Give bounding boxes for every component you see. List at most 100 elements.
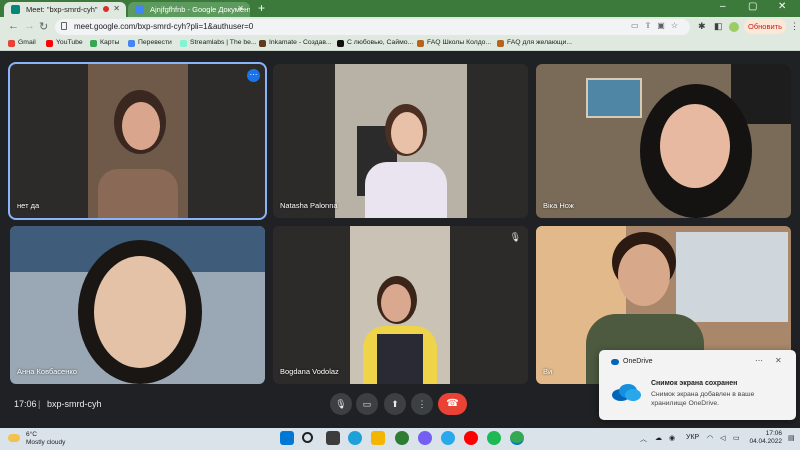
bookmark-maps[interactable]: Карты <box>90 39 119 47</box>
system-clock[interactable]: 17:06 04.04.2022 <box>748 430 782 446</box>
avatar-face <box>618 244 670 306</box>
battery-icon[interactable]: ▭ <box>733 434 740 442</box>
lock-icon[interactable] <box>61 22 67 30</box>
translate-icon <box>128 40 135 47</box>
image-icon[interactable]: ▣ <box>657 21 671 30</box>
bookmark-translate[interactable]: Перевести <box>128 39 172 47</box>
bookmarks-bar: Gmail YouTube Карты Перевести Streamlabs… <box>0 37 800 51</box>
cloud-sun-icon <box>8 434 20 442</box>
window <box>676 232 788 322</box>
bookmark-faq-school[interactable]: FAQ Школы Колдо... <box>417 39 491 47</box>
notification-more-icon[interactable]: ⋯ <box>755 356 763 365</box>
bookmark-gmail[interactable]: Gmail <box>8 39 36 47</box>
side-panel-icon[interactable]: ◧ <box>714 21 723 32</box>
update-button[interactable]: Обновить <box>744 19 786 34</box>
app-tray-icon[interactable]: ◉ <box>669 434 675 442</box>
file-explorer-icon[interactable] <box>371 431 385 445</box>
bookmark-star-icon[interactable]: ☆ <box>671 21 684 30</box>
onedrive-notification[interactable]: OneDrive ⋯ ✕ Снимок экрана сохранен Сним… <box>599 350 796 420</box>
close-window-icon[interactable]: ✕ <box>778 1 786 12</box>
bookmark-youtube[interactable]: YouTube <box>46 39 83 47</box>
bookmark-inkamate[interactable]: Inkamate - Создав... <box>259 39 332 47</box>
weather-temp: 6°C <box>26 431 37 438</box>
omnibox-actions[interactable]: ▭⇪▣☆ <box>631 21 684 30</box>
youtube-icon[interactable] <box>464 431 478 445</box>
windows-taskbar: 6°C Mostly cloudy ︿ ☁ ◉ УКР ◠ ◁ ▭ 17:06 … <box>0 428 800 450</box>
notification-close-icon[interactable]: ✕ <box>775 356 782 365</box>
bookmark-streamlabs[interactable]: Streamlabs | The be... <box>180 39 257 47</box>
address-bar[interactable]: meet.google.com/bxp-smrd-cyh?pli=1&authu… <box>55 19 690 35</box>
language-indicator[interactable]: УКР <box>686 434 699 441</box>
faq-icon <box>497 40 504 47</box>
streamlabs-icon <box>180 40 187 47</box>
avatar-face <box>660 104 730 188</box>
notification-title: Снимок экрана сохранен <box>651 380 738 387</box>
tab-title: Ajnjfgfhfnb - Google Документи <box>150 5 250 14</box>
gmail-icon <box>8 40 15 47</box>
clock-time: 17:06 <box>765 430 782 437</box>
tab-meet[interactable]: Meet: "bxp-smrd-cyh" ✕ <box>4 2 126 17</box>
telegram-icon[interactable] <box>441 431 455 445</box>
participant-tile[interactable]: Віка Нож <box>536 64 791 218</box>
search-icon[interactable] <box>302 432 313 443</box>
browser-toolbar: ← → ↻ meet.google.com/bxp-smrd-cyh?pli=1… <box>0 17 800 37</box>
bookmark-hd[interactable]: С любовью, Саймо... <box>337 39 413 47</box>
participant-tile[interactable]: Анна Ковбасенко <box>10 226 265 384</box>
start-icon[interactable] <box>280 431 294 445</box>
spotify-icon[interactable] <box>487 431 501 445</box>
back-icon[interactable]: ← <box>8 20 19 32</box>
participant-name: Ви <box>543 367 553 376</box>
task-view-icon[interactable] <box>326 431 340 445</box>
maximize-icon[interactable]: ▢ <box>748 1 757 12</box>
leave-call-button[interactable]: ☎ <box>438 393 467 415</box>
participant-tile[interactable]: ⋯ нет да <box>8 62 267 220</box>
volume-icon[interactable]: ◁ <box>720 434 725 442</box>
chrome-icon[interactable] <box>510 431 524 445</box>
participant-name: Natasha Palonna <box>280 201 338 210</box>
app-green-icon[interactable] <box>395 431 409 445</box>
camera-button[interactable]: ▭ <box>356 393 378 415</box>
youtube-icon <box>46 40 53 47</box>
mic-button[interactable]: 🎙︎ <box>330 393 352 415</box>
viber-icon[interactable] <box>418 431 432 445</box>
meet-favicon-icon <box>11 5 20 14</box>
participant-name: нет да <box>17 201 40 210</box>
extensions-icon[interactable]: ✱ <box>698 21 706 32</box>
faq-icon <box>417 40 424 47</box>
avatar-face <box>391 112 423 154</box>
avatar-face <box>122 102 160 150</box>
minimize-icon[interactable]: – <box>720 1 726 12</box>
meeting-time: 17:06 <box>14 399 37 409</box>
menu-icon[interactable]: ⋮ <box>790 21 799 32</box>
more-options-button[interactable]: ⋮ <box>411 393 433 415</box>
bookmark-faq-wishers[interactable]: FAQ для желающи... <box>497 39 572 47</box>
tab-bar: Meet: "bxp-smrd-cyh" ✕ Ajnjfgfhfnb - Goo… <box>0 0 800 17</box>
tab-docs[interactable]: Ajnjfgfhfnb - Google Документи ✕ <box>128 2 250 17</box>
reload-icon[interactable]: ↻ <box>39 20 48 33</box>
tray-chevron-icon[interactable]: ︿ <box>640 434 647 444</box>
new-tab-icon[interactable]: + <box>258 1 265 15</box>
share-icon[interactable]: ⇪ <box>645 21 658 30</box>
present-button[interactable]: ⬆ <box>384 393 406 415</box>
notifications-icon[interactable]: ▤ <box>788 434 795 442</box>
more-options-icon[interactable]: ⋯ <box>247 69 260 82</box>
maps-icon <box>90 40 97 47</box>
onedrive-icon <box>611 359 619 365</box>
notification-app: OneDrive <box>623 358 653 365</box>
camera-icon: ▭ <box>362 399 372 409</box>
wall-map <box>586 78 642 118</box>
cloud-icon <box>612 384 641 401</box>
edge-icon[interactable] <box>348 431 362 445</box>
forward-icon[interactable]: → <box>24 20 35 32</box>
separator: | <box>38 399 41 409</box>
onedrive-tray-icon[interactable]: ☁ <box>655 434 662 442</box>
more-icon: ⋮ <box>417 399 427 409</box>
camera-permission-icon[interactable]: ▭ <box>631 21 645 30</box>
profile-avatar[interactable] <box>729 22 739 32</box>
close-tab-icon[interactable]: ✕ <box>113 4 120 13</box>
present-icon: ⬆ <box>391 399 399 409</box>
wifi-icon[interactable]: ◠ <box>707 434 713 442</box>
participant-tile[interactable]: Natasha Palonna <box>273 64 528 218</box>
participant-tile[interactable]: 🎙︎ Bogdana Vodolaz <box>273 226 528 384</box>
close-tab-icon[interactable]: ✕ <box>237 4 244 13</box>
